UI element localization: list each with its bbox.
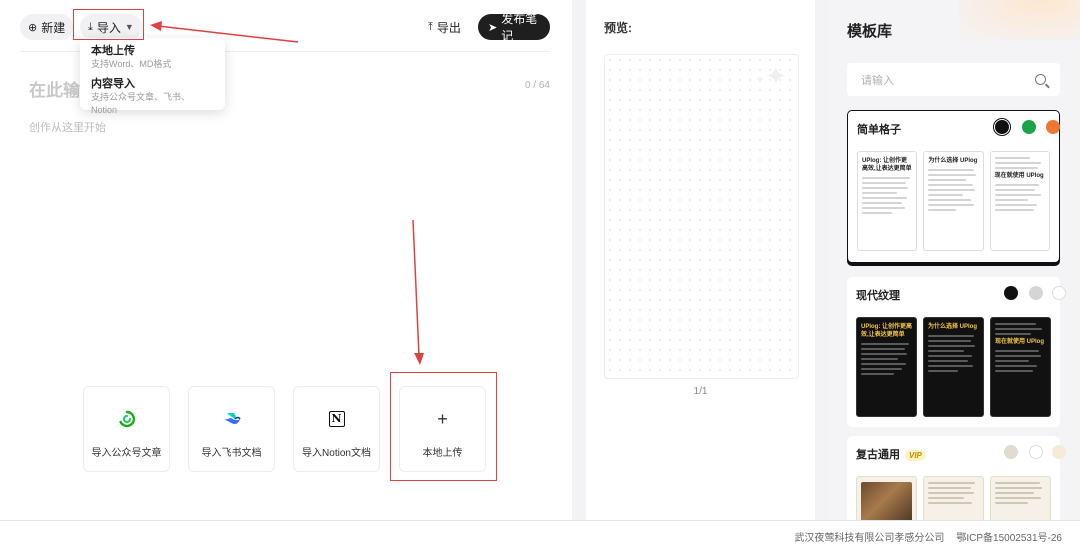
thumbnail-title: 为什么选择 UPlog: [928, 158, 978, 164]
template-card-modern-texture[interactable]: 现代纹理 UPlog: 让创作更高效,让表达更简单 为什么选择 UPlog 现在…: [847, 277, 1066, 427]
decorative-glow: [959, 0, 1080, 40]
thumbnail-title: 现在就使用 UPlog: [994, 173, 1044, 179]
company-name: 武汉夜莺科技有限公司孝感分公司: [794, 533, 945, 544]
import-notion-card[interactable]: N 导入Notion文档: [293, 386, 380, 472]
menu-item-desc: 支持公众号文章、飞书、Notion: [91, 92, 191, 115]
plus-icon: +: [437, 408, 448, 429]
import-feishu-card[interactable]: 导入飞书文档: [188, 386, 275, 472]
template-card-simple-grid[interactable]: 简单格子 UPlog: 让创作更高效,让表达更简单 为什么选择 UPlog 现在…: [847, 110, 1060, 263]
template-thumbnails: [856, 476, 1051, 520]
new-button-label: 新建: [41, 20, 66, 35]
publish-button[interactable]: ➤ 发布笔记: [478, 12, 550, 43]
page-indicator: 1/1: [693, 386, 708, 397]
page-footer: 武汉夜莺科技有限公司孝感分公司 鄂ICP备15002531号-26: [0, 520, 1080, 549]
menu-item-content-import[interactable]: 内容导入 支持公众号文章、飞书、Notion: [91, 77, 214, 117]
template-thumbnail: UPlog: 让创作更高效,让表达更简单: [857, 151, 918, 251]
new-button[interactable]: ⊕ 新建: [20, 14, 74, 40]
editor-panel: ⊕ 新建 ⤓ 导入 ▼ ⤒ 导出 ➤ 发布笔记 本地上传 支持Word、MD格式…: [0, 0, 572, 520]
footer-text: 武汉夜莺科技有限公司孝感分公司 鄂ICP备15002531号-26: [794, 529, 1062, 544]
search-icon[interactable]: [1035, 74, 1046, 85]
template-search-input[interactable]: 请输入: [847, 63, 1060, 96]
thumbnail-title: 现在就使用 UPlog: [995, 339, 1044, 345]
import-dropdown-menu: 本地上传 支持Word、MD格式 内容导入 支持公众号文章、飞书、Notion: [80, 38, 225, 115]
menu-item-title: 内容导入: [91, 78, 135, 90]
char-counter: 0 / 64: [524, 80, 550, 91]
template-thumbnail: UPlog: 让创作更高效,让表达更简单: [856, 317, 917, 417]
notion-icon: N: [294, 409, 379, 429]
import-button-label: 导入: [96, 20, 121, 35]
menu-item-local-upload[interactable]: 本地上传 支持Word、MD格式: [91, 44, 214, 71]
export-button[interactable]: ⤒ 导出: [420, 14, 469, 40]
template-library: 模板库 请输入 简单格子 UPlog: 让创作更高效,让表达更简单 为什么选择 …: [829, 0, 1080, 520]
upload-icon: ⤒: [428, 20, 433, 33]
color-swatch-cream[interactable]: [1052, 445, 1066, 459]
editor-toolbar: ⊕ 新建 ⤓ 导入 ▼ ⤒ 导出 ➤ 发布笔记: [20, 12, 550, 43]
bookshelf-image: [861, 482, 912, 520]
preview-panel: 预览: ✦ ✦ 1/1: [586, 0, 815, 520]
color-swatch-black[interactable]: [992, 117, 1012, 137]
color-swatch-white[interactable]: [1052, 286, 1066, 300]
template-library-title: 模板库: [847, 23, 893, 40]
menu-item-title: 本地上传: [91, 45, 135, 57]
template-thumbnail: [856, 476, 917, 520]
color-swatch-green[interactable]: [1022, 120, 1036, 134]
template-name-row: 复古通用 VIP: [856, 446, 926, 462]
search-placeholder: 请输入: [861, 74, 894, 87]
thumbnail-title: UPlog: 让创作更高效,让表达更简单: [862, 158, 912, 172]
color-swatch-orange[interactable]: [1046, 120, 1060, 134]
template-thumbnail: 为什么选择 UPlog: [923, 151, 984, 251]
color-swatch-beige[interactable]: [1004, 445, 1018, 459]
sparkle-icon: ✦: [755, 73, 766, 87]
preview-label: 预览:: [604, 21, 632, 35]
local-upload-card[interactable]: + 本地上传: [399, 386, 486, 472]
import-button[interactable]: ⤓ 导入 ▼: [80, 14, 142, 40]
card-label: 导入公众号文章: [91, 448, 162, 459]
template-name: 复古通用: [856, 449, 900, 461]
card-label: 导入飞书文档: [201, 448, 262, 459]
wechat-icon: [84, 409, 169, 429]
template-card-retro-general[interactable]: 复古通用 VIP: [847, 436, 1066, 520]
sparkle-icon: ✦: [765, 61, 787, 91]
template-thumbnail: 现在就使用 UPlog: [990, 317, 1051, 417]
thumbnail-title: UPlog: 让创作更高效,让表达更简单: [861, 324, 912, 338]
body-editor[interactable]: 创作从这里开始: [29, 119, 106, 135]
import-wechat-card[interactable]: 导入公众号文章: [83, 386, 170, 472]
plus-circle-icon: ⊕: [28, 21, 38, 34]
send-icon: ➤: [488, 21, 498, 34]
feishu-icon: [189, 409, 274, 429]
template-thumbnails: UPlog: 让创作更高效,让表达更简单 为什么选择 UPlog 现在就使用 U…: [856, 317, 1051, 417]
thumbnail-title: 为什么选择 UPlog: [928, 324, 977, 330]
template-name: 简单格子: [857, 124, 901, 136]
vip-badge: VIP: [905, 450, 926, 461]
publish-button-label: 发布笔记: [501, 12, 538, 43]
color-swatch-gray[interactable]: [1029, 286, 1043, 300]
template-thumbnail: 现在就使用 UPlog: [989, 151, 1050, 251]
export-button-label: 导出: [436, 20, 461, 35]
template-name: 现代纹理: [856, 290, 900, 302]
template-thumbnail: [923, 476, 984, 520]
template-thumbnail: 为什么选择 UPlog: [923, 317, 984, 417]
card-label: 本地上传: [422, 448, 463, 459]
menu-item-desc: 支持Word、MD格式: [91, 59, 172, 69]
caret-down-icon: ▼: [124, 22, 134, 32]
preview-canvas: ✦ ✦: [604, 54, 799, 379]
template-thumbnails: UPlog: 让创作更高效,让表达更简单 为什么选择 UPlog 现在就使用 U…: [857, 151, 1050, 251]
color-swatch-white[interactable]: [1029, 445, 1043, 459]
icp-link[interactable]: 鄂ICP备15002531号-26: [956, 533, 1062, 544]
color-swatch-black[interactable]: [1004, 286, 1018, 300]
card-label: 导入Notion文档: [302, 448, 371, 459]
template-thumbnail: [990, 476, 1051, 520]
download-icon: ⤓: [88, 20, 93, 33]
